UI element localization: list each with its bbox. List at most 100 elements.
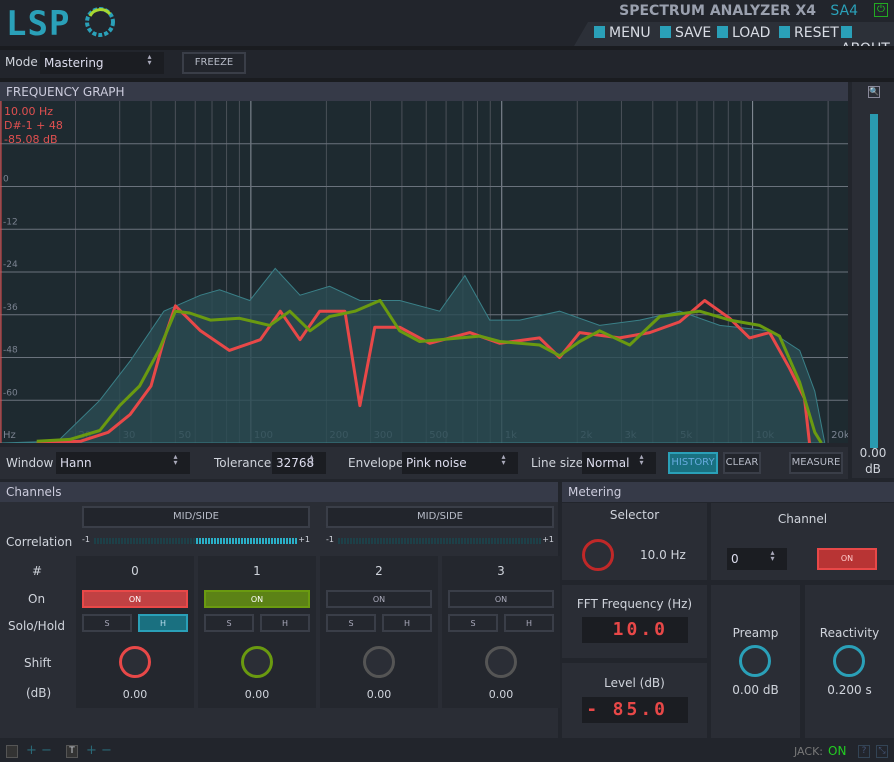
graph-controls: Window Hann Tolerance 32768 Envelope Pin… bbox=[0, 447, 848, 479]
readout-frequency: 10.00 Hz bbox=[4, 105, 54, 118]
shift-value: 0.00 bbox=[122, 688, 148, 701]
y-tick-label: -36 bbox=[3, 303, 18, 313]
meter-value: 0.00 bbox=[859, 446, 887, 460]
channel-number: 1 bbox=[253, 564, 261, 578]
save-label: SAVE bbox=[675, 25, 712, 41]
channel-select[interactable]: 0 bbox=[727, 548, 787, 570]
selector-knob[interactable] bbox=[582, 539, 614, 571]
on-label: On bbox=[28, 592, 46, 606]
channel-on-button[interactable]: ON bbox=[82, 590, 188, 608]
power-button[interactable]: ⏻ bbox=[874, 3, 888, 17]
load-button[interactable]: LOAD bbox=[717, 25, 770, 41]
tolerance-select[interactable]: 32768 bbox=[272, 452, 326, 474]
font-zoom-icon[interactable]: + − bbox=[86, 743, 112, 758]
menu-label: MENU bbox=[609, 25, 651, 41]
level-meter-fill bbox=[870, 114, 878, 448]
reset-button[interactable]: RESET bbox=[779, 25, 839, 41]
shift-knob[interactable] bbox=[485, 646, 517, 678]
correlation-label: Correlation bbox=[6, 535, 73, 549]
channel-on-button[interactable]: ON bbox=[817, 548, 877, 570]
status-bar: + − T + − JACK: ON ? ⤡ bbox=[0, 742, 894, 762]
meter-unit: dB bbox=[865, 462, 881, 476]
save-button[interactable]: SAVE bbox=[660, 25, 711, 41]
window-select[interactable]: Hann bbox=[56, 452, 190, 474]
preamp-label: Preamp bbox=[732, 626, 779, 640]
channel-box: Channel 0 ON bbox=[711, 503, 894, 580]
channels-title: Channels bbox=[0, 482, 558, 502]
channel-column: 3 ON S H 0.00 bbox=[442, 556, 560, 708]
measure-button[interactable]: MEASURE bbox=[789, 452, 843, 474]
shift-knob[interactable] bbox=[363, 646, 395, 678]
reactivity-knob[interactable] bbox=[833, 645, 865, 677]
envelope-select[interactable]: Pink noise bbox=[402, 452, 518, 474]
preamp-box: Preamp 0.00 dB bbox=[711, 585, 800, 738]
channel-on-button[interactable]: ON bbox=[448, 590, 554, 608]
menu-bar: MENU SAVE LOAD RESET ABOUT bbox=[574, 22, 894, 46]
line-size-select[interactable]: Normal bbox=[582, 452, 656, 474]
solo-button[interactable]: S bbox=[448, 614, 498, 632]
selector-value: 10.0 Hz bbox=[640, 548, 686, 562]
font-size-icon[interactable]: T bbox=[66, 745, 78, 758]
freeze-button[interactable]: FREEZE bbox=[182, 52, 246, 74]
corr-max: +1 bbox=[542, 535, 554, 544]
hold-button[interactable]: H bbox=[382, 614, 432, 632]
correlation-meter-1: -1 +1 bbox=[82, 535, 310, 547]
solo-button[interactable]: S bbox=[82, 614, 132, 632]
solo-button[interactable]: S bbox=[204, 614, 254, 632]
y-tick-label: -12 bbox=[3, 217, 18, 227]
fft-frequency-box: FFT Frequency (Hz) 10.0 bbox=[562, 585, 707, 658]
clear-button[interactable]: CLEAR bbox=[723, 452, 761, 474]
about-button[interactable]: ABOUT bbox=[841, 25, 894, 46]
fft-frequency-display: 10.0 bbox=[582, 617, 688, 643]
zoom-icon[interactable]: 🔍 bbox=[868, 86, 880, 98]
readout-level: -85.08 dB bbox=[4, 133, 58, 146]
corr-min: -1 bbox=[326, 535, 334, 544]
level-sign: - bbox=[588, 699, 596, 720]
shift-unit-label: (dB) bbox=[26, 686, 52, 700]
shift-label: Shift bbox=[24, 656, 52, 670]
mode-select[interactable]: Mastering bbox=[40, 52, 164, 74]
history-spectrum-area bbox=[0, 267, 826, 443]
tolerance-label: Tolerance bbox=[214, 456, 272, 470]
level-meter bbox=[870, 114, 878, 448]
shift-knob[interactable] bbox=[241, 646, 273, 678]
mid-side-button-2[interactable]: MID/SIDE bbox=[326, 506, 554, 528]
solo-button[interactable]: S bbox=[326, 614, 376, 632]
jack-status: ON bbox=[828, 744, 847, 758]
history-button[interactable]: HISTORY bbox=[668, 452, 718, 474]
channel-on-button[interactable]: ON bbox=[204, 590, 310, 608]
hold-button[interactable]: H bbox=[138, 614, 188, 632]
channel-on-button[interactable]: ON bbox=[326, 590, 432, 608]
help-icon[interactable]: ? bbox=[858, 745, 870, 758]
preamp-value: 0.00 dB bbox=[732, 683, 779, 697]
save-icon bbox=[660, 26, 671, 38]
channel-number: 2 bbox=[375, 564, 383, 578]
resize-icon[interactable]: ⤡ bbox=[876, 745, 888, 758]
channel-number: 0 bbox=[131, 564, 139, 578]
window-label: Window bbox=[6, 456, 54, 470]
hold-button[interactable]: H bbox=[504, 614, 554, 632]
cursor-readout: 10.00 Hz D#-1 + 48 -85.08 dB bbox=[4, 105, 63, 147]
selector-box: Selector 10.0 Hz bbox=[562, 503, 707, 580]
correlation-fill bbox=[196, 538, 298, 544]
shift-value: 0.00 bbox=[488, 688, 514, 701]
channel-number: 3 bbox=[497, 564, 505, 578]
frequency-graph-svg: 0-12-24-36-48-602030501002003005001k2k3k… bbox=[0, 101, 848, 443]
preamp-knob[interactable] bbox=[739, 645, 771, 677]
hold-button[interactable]: H bbox=[260, 614, 310, 632]
correlation-meter-2: -1 +1 bbox=[326, 535, 554, 547]
level-label: Level (dB) bbox=[604, 676, 665, 690]
y-tick-label: -48 bbox=[3, 346, 18, 356]
menu-button[interactable]: MENU bbox=[594, 25, 651, 41]
zoom-in-out-icon[interactable]: + − bbox=[26, 743, 52, 758]
mid-side-button-1[interactable]: MID/SIDE bbox=[82, 506, 310, 528]
shift-value: 0.00 bbox=[244, 688, 270, 701]
jack-label: JACK: bbox=[794, 745, 823, 758]
frequency-graph[interactable]: 0-12-24-36-48-602030501002003005001k2k3k… bbox=[0, 101, 848, 443]
menu-icon bbox=[594, 26, 605, 38]
selector-label: Selector bbox=[609, 508, 660, 522]
divider bbox=[0, 46, 894, 50]
graph-title: FREQUENCY GRAPH bbox=[0, 82, 848, 102]
window-size-icon[interactable] bbox=[6, 745, 18, 758]
shift-knob[interactable] bbox=[119, 646, 151, 678]
